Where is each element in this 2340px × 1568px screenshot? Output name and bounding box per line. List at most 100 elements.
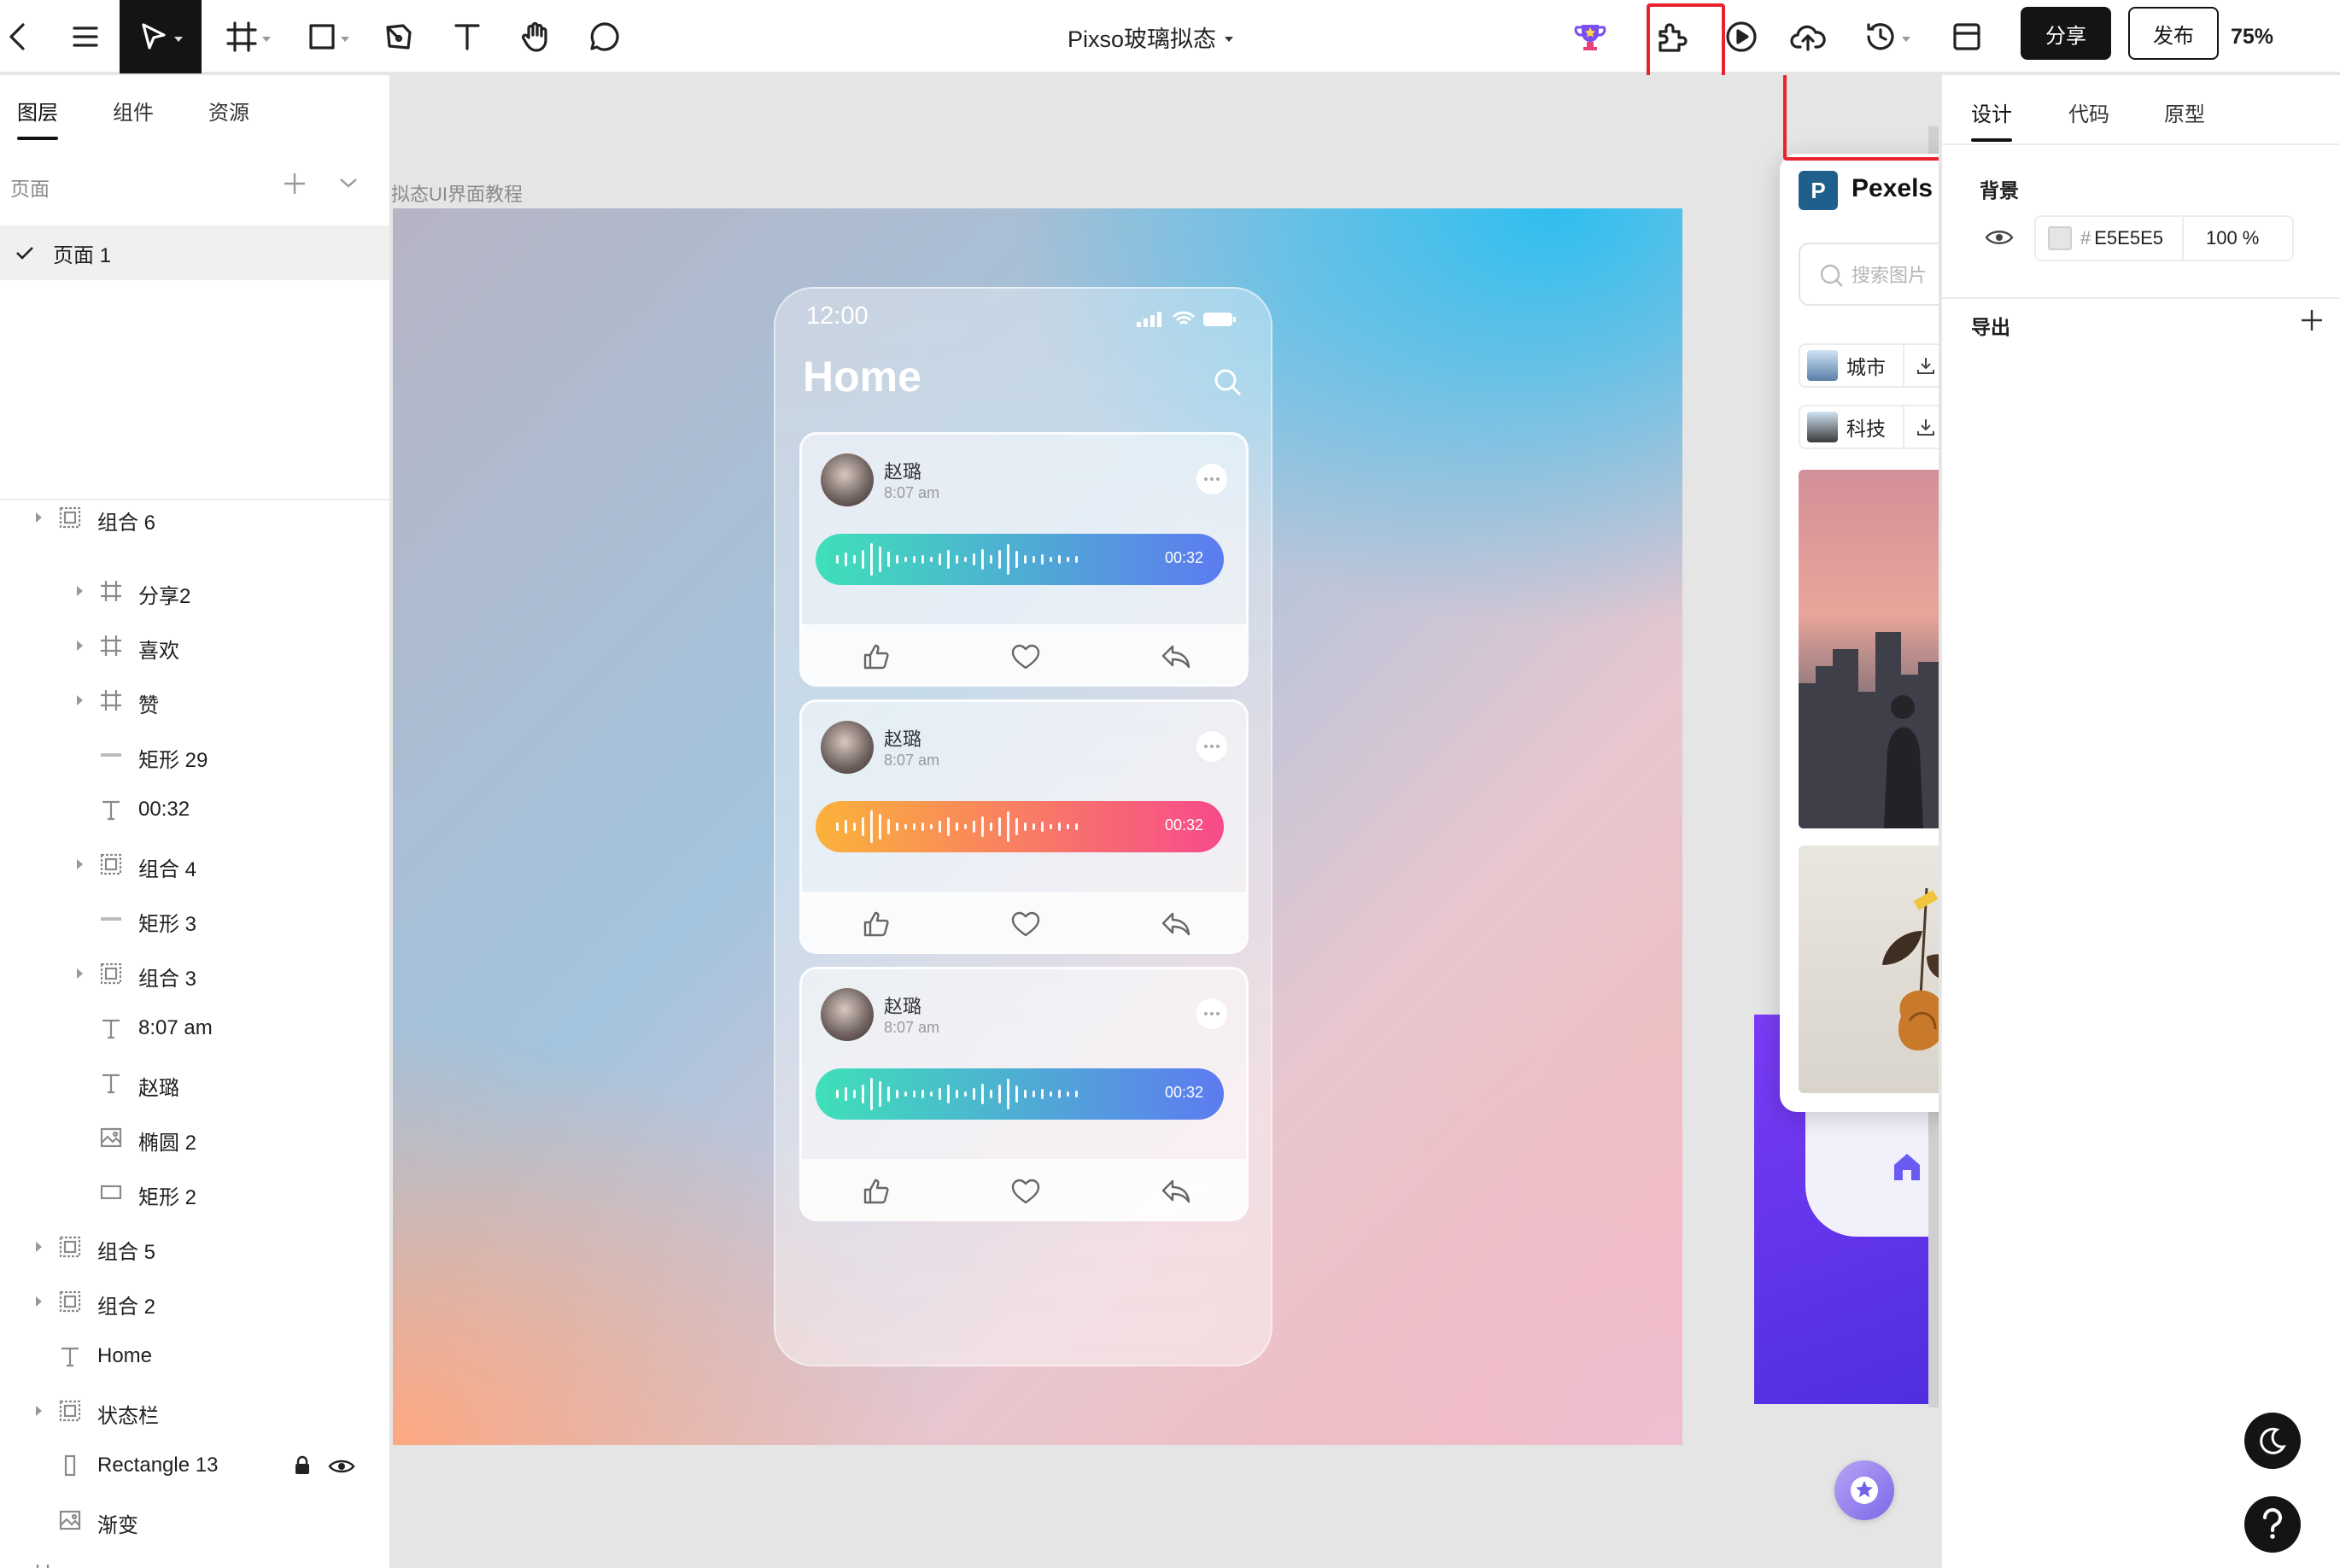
layer-row[interactable]: 渐变: [0, 1493, 389, 1548]
pen-tool-button[interactable]: [379, 0, 418, 73]
expand-arrow-icon[interactable]: [36, 1406, 42, 1416]
layer-name: 喜欢: [138, 640, 179, 663]
layer-row[interactable]: 状态栏: [0, 1384, 389, 1438]
category-download-button[interactable]: [1903, 345, 1939, 386]
layer-row[interactable]: 玻璃拟态图标: [0, 1548, 389, 1568]
background-hex-value[interactable]: E5E5E5: [2094, 227, 2163, 249]
expand-arrow-icon[interactable]: [77, 695, 83, 705]
expand-arrow-icon[interactable]: [77, 586, 83, 596]
audio-waveform-bar: 00:32: [816, 801, 1224, 852]
expand-arrow-icon[interactable]: [36, 512, 42, 523]
gradient-frame[interactable]: 12:00 Home 赵璐 8:07 am 00:32 赵璐 8:07 am 00:32 赵…: [393, 208, 1682, 1445]
plugins-button[interactable]: [1650, 0, 1694, 73]
comment-tool-button[interactable]: [584, 0, 625, 73]
expand-arrow-icon[interactable]: [36, 1242, 42, 1252]
more-options-button: [1196, 731, 1227, 762]
eye-icon[interactable]: [328, 1457, 355, 1476]
download-icon: [1917, 358, 1934, 374]
background-section-title: 背景: [1980, 179, 2019, 202]
help-button[interactable]: [2244, 1496, 2301, 1553]
active-tab-indicator: [17, 137, 58, 140]
heart-icon: [1011, 911, 1040, 937]
upload-button[interactable]: [1787, 0, 1829, 73]
category-chip[interactable]: 科技: [1799, 405, 1939, 449]
collapse-pages-button[interactable]: [338, 176, 359, 190]
pexels-image-dried-flower[interactable]: [1799, 845, 1939, 1093]
background-color-field[interactable]: # E5E5E5 100 %: [2034, 215, 2294, 261]
text-tool-button[interactable]: [448, 0, 487, 73]
layer-row[interactable]: 组合 2: [0, 1274, 389, 1329]
tab-code[interactable]: 代码: [2068, 97, 2109, 127]
tab-design[interactable]: 设计: [1971, 97, 2012, 127]
play-circle-icon: [1726, 21, 1757, 52]
voice-message-card[interactable]: 赵璐 8:07 am 00:32: [799, 699, 1249, 954]
page-item-1[interactable]: 页面 1: [0, 225, 389, 280]
signal-icon: [1137, 312, 1161, 327]
add-export-button[interactable]: [2299, 307, 2325, 333]
assistant-star-button[interactable]: [1834, 1460, 1894, 1520]
layer-row[interactable]: 矩形 3: [0, 892, 389, 946]
share-button[interactable]: 分享: [2021, 7, 2111, 60]
back-button[interactable]: [0, 0, 34, 73]
layout-toggle-button[interactable]: [1947, 0, 1986, 73]
layer-row[interactable]: 分享2: [0, 564, 389, 618]
background-visibility-toggle[interactable]: [1985, 227, 2014, 248]
image-search-input[interactable]: 搜索图片: [1799, 243, 1939, 306]
frame-hash-icon: [99, 688, 123, 712]
tab-assets[interactable]: 资源: [208, 96, 249, 126]
reply-icon: [1161, 645, 1190, 669]
publish-button[interactable]: 发布: [2128, 7, 2219, 60]
layer-row[interactable]: 组合 5: [0, 1220, 389, 1274]
expand-arrow-icon[interactable]: [77, 968, 83, 979]
layer-row[interactable]: 00:32: [0, 782, 389, 837]
divider: [0, 499, 389, 500]
layer-name: 组合 3: [138, 968, 197, 991]
tab-layers[interactable]: 图层: [17, 96, 58, 126]
expand-arrow-icon[interactable]: [77, 641, 83, 651]
layer-row[interactable]: 椭圆 2: [0, 1110, 389, 1165]
layer-row[interactable]: 矩形 2: [0, 1165, 389, 1220]
frame-tool-button[interactable]: [219, 0, 278, 73]
main-menu-button[interactable]: [65, 0, 106, 73]
voice-message-card[interactable]: 赵璐 8:07 am 00:32: [799, 432, 1249, 687]
category-download-button[interactable]: [1903, 407, 1939, 448]
theme-toggle-button[interactable]: [2244, 1413, 2301, 1469]
expand-arrow-icon[interactable]: [77, 859, 83, 869]
zoom-level-dropdown[interactable]: 75%: [2231, 0, 2273, 73]
document-title-dropdown[interactable]: Pixso玻璃拟态: [1068, 0, 1234, 73]
layer-row[interactable]: 赞: [0, 673, 389, 728]
phone-mockup[interactable]: 12:00 Home 赵璐 8:07 am 00:32 赵璐 8:07 am 00:32 赵…: [774, 287, 1272, 1366]
phone-time: 12:00: [806, 302, 869, 330]
layer-row[interactable]: 赵璐: [0, 1056, 389, 1110]
layer-row[interactable]: 矩形 29: [0, 728, 389, 782]
move-tool-button[interactable]: [120, 0, 202, 73]
expand-arrow-icon[interactable]: [36, 1296, 42, 1307]
hand-tool-button[interactable]: [516, 0, 555, 73]
add-page-button[interactable]: [282, 171, 307, 196]
layer-row[interactable]: Rectangle 13: [0, 1438, 389, 1493]
present-button[interactable]: [1722, 0, 1761, 73]
left-panel: 图层 组件 资源 页面 页面 1 组合 6 分享2 喜欢赞矩形 29 00:32 组合 …: [0, 75, 391, 1568]
tab-prototype[interactable]: 原型: [2164, 97, 2205, 127]
tab-components[interactable]: 组件: [113, 96, 154, 126]
pen-icon: [386, 24, 412, 50]
layer-row[interactable]: 组合 3: [0, 946, 389, 1001]
layer-row[interactable]: 8:07 am: [0, 1001, 389, 1056]
pexels-image-city-sunset[interactable]: [1799, 470, 1939, 828]
background-opacity-value[interactable]: 100 %: [2206, 227, 2259, 249]
voice-message-card[interactable]: 赵璐 8:07 am 00:32: [799, 967, 1249, 1221]
lock-icon[interactable]: [294, 1455, 311, 1476]
frame-label[interactable]: 拟态UI界面教程: [391, 179, 523, 207]
layer-row[interactable]: Home: [0, 1329, 389, 1384]
color-swatch[interactable]: [2048, 226, 2072, 250]
layer-row[interactable]: 组合 4: [0, 837, 389, 892]
layer-row[interactable]: 喜欢: [0, 618, 389, 673]
category-chip[interactable]: 城市: [1799, 343, 1939, 388]
canvas[interactable]: 拟态UI界面教程 12:00 Home 赵璐 8:07 am 00:32 赵璐 8:07…: [391, 75, 1939, 1568]
shape-tool-button[interactable]: [301, 0, 357, 73]
chevron-down-icon: [340, 178, 357, 188]
rewards-button[interactable]: [1568, 0, 1612, 73]
pexels-plugin-window: P Pexels 搜索图片 城市风景建筑科技美食更多: [1780, 154, 1939, 1112]
history-button[interactable]: [1862, 0, 1913, 73]
card-actions: [802, 624, 1246, 684]
